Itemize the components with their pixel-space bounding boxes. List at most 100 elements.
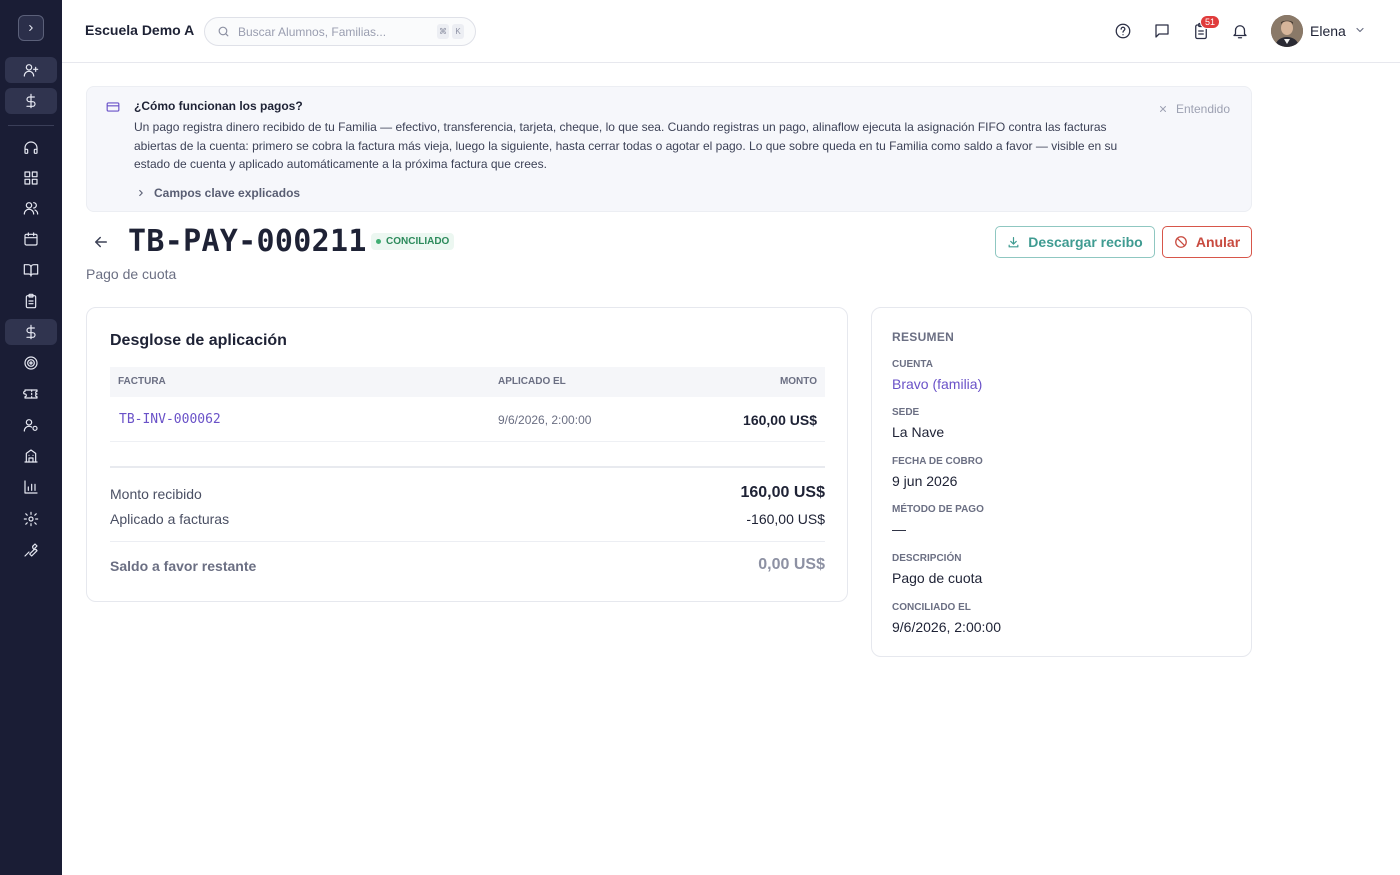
- description-label: DESCRIPCIÓN: [892, 553, 962, 564]
- clipboard-icon: [25, 293, 37, 309]
- collection-date-label: FECHA DE COBRO: [892, 456, 983, 467]
- chevron-right-icon: [139, 189, 143, 197]
- received-total-row: Monto recibido 160,00 US$: [110, 484, 825, 502]
- bell-icon: [1233, 25, 1247, 39]
- card-title: Desglose de aplicación: [110, 332, 287, 349]
- campus-value: La Nave: [892, 424, 945, 440]
- table-header: FACTURA APLICADO EL MONTO: [110, 367, 825, 397]
- payment-method-label: MÉTODO DE PAGO: [892, 504, 984, 515]
- sidebar-item-reports[interactable]: [5, 474, 57, 500]
- totals-divider: [110, 466, 825, 468]
- download-receipt-label: Descargar recibo: [1028, 234, 1143, 250]
- sidebar-item-goals[interactable]: [5, 350, 57, 376]
- credit-label: Saldo a favor restante: [110, 558, 257, 574]
- void-payment-button[interactable]: Anular: [1162, 226, 1252, 258]
- amount-cell: 160,00 US$: [743, 412, 817, 428]
- back-arrow-icon[interactable]: [92, 233, 110, 251]
- sidebar-item-events[interactable]: [5, 381, 57, 407]
- sidebar-item-support[interactable]: [5, 135, 57, 161]
- target-icon: [24, 356, 38, 370]
- download-receipt-button[interactable]: Descargar recibo: [995, 226, 1155, 258]
- status-dot: [376, 239, 381, 244]
- status-badge: CONCILIADO: [371, 233, 455, 250]
- dollar-icon: [26, 324, 36, 340]
- book-open-icon: [23, 264, 39, 277]
- headset-icon: [24, 141, 38, 154]
- shortcut-k-key: K: [452, 24, 464, 39]
- sidebar-item-campuses[interactable]: [5, 443, 57, 469]
- user-name[interactable]: Elena: [1310, 23, 1346, 39]
- column-applied-on: APLICADO EL: [498, 376, 566, 387]
- sidebar: [0, 0, 62, 875]
- building-icon: [24, 449, 38, 463]
- notifications-button[interactable]: [1230, 21, 1250, 41]
- avatar[interactable]: [1271, 15, 1303, 47]
- search-box[interactable]: ⌘ K: [204, 17, 476, 46]
- help-button[interactable]: [1113, 21, 1133, 41]
- credit-divider: [110, 541, 825, 542]
- search-input[interactable]: [238, 24, 428, 39]
- messages-button[interactable]: [1152, 21, 1172, 41]
- applied-value: -160,00 US$: [746, 511, 825, 527]
- collection-date-value: 9 jun 2026: [892, 473, 958, 489]
- column-amount: MONTO: [779, 376, 817, 387]
- key-fields-label: Campos clave explicados: [154, 186, 301, 200]
- sidebar-item-payments[interactable]: [5, 319, 57, 345]
- description-value: Pago de cuota: [892, 570, 983, 586]
- invoice-link[interactable]: TB-INV-000062: [119, 412, 221, 427]
- received-value: 160,00 US$: [740, 484, 825, 501]
- banner-title: ¿Cómo funcionan los pagos?: [134, 99, 303, 113]
- user-photo-icon: [1271, 15, 1303, 47]
- sidebar-divider: [8, 125, 54, 126]
- sidebar-item-finance-quick[interactable]: [5, 88, 57, 114]
- void-label: Anular: [1195, 234, 1241, 250]
- key-fields-toggle[interactable]: Campos clave explicados: [136, 186, 300, 200]
- grid-icon: [24, 171, 38, 185]
- campus-label: SEDE: [892, 407, 920, 418]
- received-label: Monto recibido: [110, 486, 202, 502]
- dollar-icon: [26, 93, 36, 109]
- sidebar-item-courses[interactable]: [5, 257, 57, 283]
- column-invoice: FACTURA: [118, 376, 166, 387]
- dismiss-banner-button[interactable]: Entendido: [1158, 102, 1230, 116]
- account-link[interactable]: Bravo (familia): [892, 376, 982, 392]
- message-square-icon: [1155, 24, 1169, 38]
- sidebar-toggle-button[interactable]: [18, 15, 44, 41]
- application-breakdown-card: Desglose de aplicación FACTURA APLICADO …: [86, 307, 848, 602]
- credit-card-icon: [103, 97, 123, 117]
- reconciled-on-value: 9/6/2026, 2:00:00: [892, 619, 1001, 635]
- sidebar-item-dashboard[interactable]: [5, 165, 57, 191]
- applied-on-cell: 9/6/2026, 2:00:00: [498, 413, 592, 427]
- chevron-down-icon[interactable]: [1354, 24, 1366, 36]
- shortcut-mod-key: ⌘: [437, 24, 449, 39]
- applied-label: Aplicado a facturas: [110, 511, 230, 527]
- topbar: Escuela Demo A ⌘ K 51 Elena: [62, 0, 1400, 63]
- sidebar-item-calendar[interactable]: [5, 226, 57, 252]
- school-name[interactable]: Escuela Demo A: [85, 22, 194, 38]
- table-row: TB-INV-000062 9/6/2026, 2:00:00 160,00 U…: [110, 398, 825, 442]
- sidebar-item-admissions[interactable]: [5, 57, 57, 83]
- sidebar-item-tasks[interactable]: [5, 288, 57, 314]
- banner-body: Un pago registra dinero recibido de tu F…: [134, 120, 1118, 171]
- summary-card: RESUMEN CUENTA Bravo (familia) SEDE La N…: [871, 307, 1252, 657]
- status-label: CONCILIADO: [386, 236, 450, 247]
- user-plus-icon: [23, 64, 39, 77]
- gear-icon: [23, 511, 39, 527]
- notification-badge: 51: [1200, 15, 1221, 29]
- sidebar-item-settings[interactable]: [5, 506, 57, 532]
- search-icon: [218, 26, 229, 37]
- wrench-icon: [24, 543, 38, 557]
- users-icon: [23, 202, 39, 215]
- payments-info-banner: ¿Cómo funcionan los pagos? Un pago regis…: [86, 86, 1252, 212]
- sidebar-item-staff[interactable]: [5, 412, 57, 438]
- sidebar-item-people[interactable]: [5, 195, 57, 221]
- bar-chart-icon: [24, 480, 38, 494]
- reconciled-on-label: CONCILIADO EL: [892, 602, 971, 613]
- help-circle-icon: [1115, 23, 1131, 39]
- credit-value: 0,00 US$: [758, 556, 825, 573]
- sidebar-item-tools[interactable]: [5, 537, 57, 563]
- user-gear-icon: [23, 419, 38, 432]
- payment-method-value: —: [892, 521, 906, 537]
- calendar-icon: [24, 232, 38, 246]
- chevron-right-icon: [29, 24, 33, 32]
